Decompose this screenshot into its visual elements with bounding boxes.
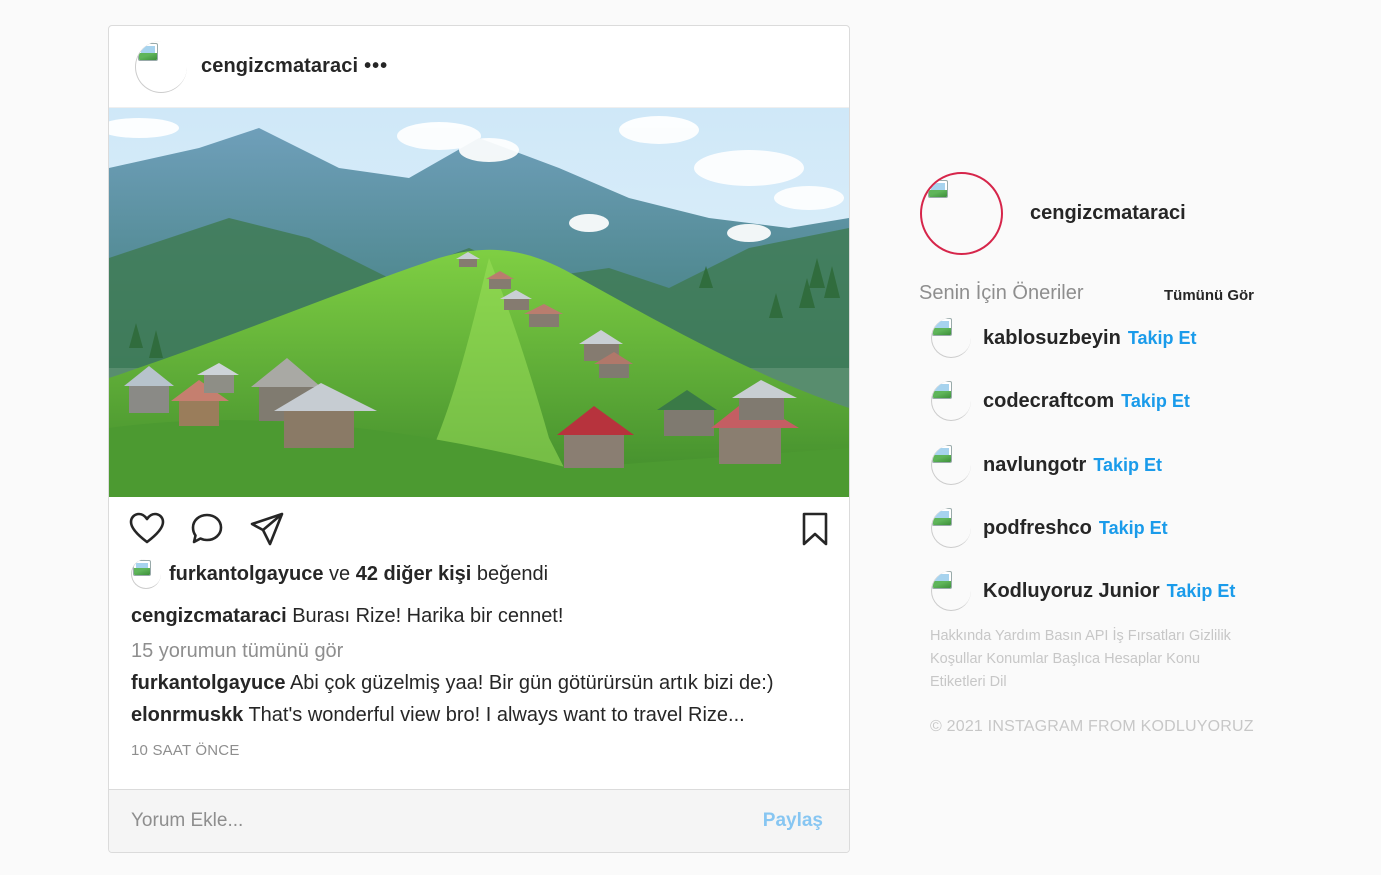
footer-link-jobs[interactable]: İş Fırsatları	[1112, 628, 1185, 644]
post-author-username[interactable]: cengizcmataraci	[201, 55, 358, 78]
broken-image-icon	[932, 318, 952, 336]
suggestions-title: Senin İçin Öneriler	[919, 282, 1084, 304]
heart-icon[interactable]	[129, 511, 165, 547]
current-user-avatar[interactable]	[920, 172, 1003, 255]
post-photo[interactable]	[109, 108, 849, 497]
add-comment-bar: Paylaş	[109, 789, 849, 852]
suggestion-username[interactable]: kablosuzbeyin	[983, 327, 1121, 350]
broken-image-icon	[928, 180, 948, 198]
broken-image-icon	[138, 42, 158, 61]
footer-link-locations[interactable]: Konumlar	[986, 651, 1048, 667]
suggestion-avatar[interactable]	[931, 508, 971, 548]
footer-links: Hakkında Yardım Basın API İş Fırsatları …	[930, 625, 1250, 694]
suggestion-item: codecraftcom Takip Et	[931, 381, 1190, 421]
suggestion-avatar[interactable]	[931, 571, 971, 611]
bookmark-icon[interactable]	[797, 511, 833, 547]
broken-image-icon	[932, 508, 952, 526]
suggestion-username[interactable]: navlungotr	[983, 454, 1086, 477]
comment-username[interactable]: elonrmuskk	[131, 704, 243, 726]
footer-link-about[interactable]: Hakkında	[930, 628, 991, 644]
comment-text: That's wonderful view bro! I always want…	[248, 704, 745, 726]
post-header: cengizcmataraci •••	[109, 26, 849, 108]
follow-button[interactable]: Takip Et	[1128, 328, 1197, 349]
post-card: cengizcmataraci ••• furkantolgayuce ve 4…	[108, 25, 850, 853]
comment-icon[interactable]	[189, 511, 225, 547]
suggestion-item: kablosuzbeyin Takip Et	[931, 318, 1197, 358]
comment-input[interactable]	[131, 810, 691, 832]
suggestion-item: navlungotr Takip Et	[931, 445, 1162, 485]
post-timestamp: 10 SAAT ÖNCE	[131, 742, 240, 759]
current-user-username[interactable]: cengizcmataraci	[1030, 202, 1186, 225]
post-comment-button[interactable]: Paylaş	[763, 810, 823, 832]
suggestion-username[interactable]: codecraftcom	[983, 390, 1114, 413]
copyright-text: © 2021 INSTAGRAM FROM KODLUYORUZ	[930, 718, 1254, 735]
likes-summary: furkantolgayuce ve 42 diğer kişi beğendi	[131, 559, 548, 589]
follow-button[interactable]: Takip Et	[1121, 391, 1190, 412]
footer-link-language[interactable]: Dil	[990, 674, 1007, 690]
suggestion-avatar[interactable]	[931, 381, 971, 421]
post-author-avatar[interactable]	[135, 40, 187, 93]
post-caption: cengizcmataraci Burası Rize! Harika bir …	[131, 605, 563, 628]
comment-username[interactable]: furkantolgayuce	[131, 672, 285, 694]
liker-avatar[interactable]	[131, 559, 161, 589]
suggestion-avatar[interactable]	[931, 445, 971, 485]
footer-link-top-accounts[interactable]: Başlıca Hesaplar	[1053, 651, 1163, 667]
broken-image-icon	[932, 381, 952, 399]
broken-image-icon	[932, 571, 952, 589]
more-options-icon[interactable]: •••	[364, 55, 388, 78]
likes-connector: ve	[329, 562, 351, 585]
comment-item: furkantolgayuce Abi çok güzelmiş yaa! Bi…	[131, 672, 774, 695]
likes-suffix: beğendi	[476, 562, 549, 585]
view-all-comments-link[interactable]: 15 yorumun tümünü gör	[131, 640, 343, 663]
liker-username[interactable]: furkantolgayuce	[169, 563, 323, 586]
suggestion-username[interactable]: Kodluyoruz Junior	[983, 580, 1160, 603]
footer-link-terms[interactable]: Koşullar	[930, 651, 982, 667]
see-all-link[interactable]: Tümünü Gör	[1164, 287, 1254, 304]
comment-text: Abi çok güzelmiş yaa! Bir gün götürürsün…	[289, 672, 774, 694]
suggestion-item: podfreshco Takip Et	[931, 508, 1168, 548]
likes-others[interactable]: 42 diğer kişi	[356, 563, 472, 586]
footer-link-press[interactable]: Basın	[1045, 628, 1082, 644]
follow-button[interactable]: Takip Et	[1167, 581, 1236, 602]
footer-link-help[interactable]: Yardım	[995, 628, 1041, 644]
current-user-profile: cengizcmataraci	[920, 172, 1186, 255]
broken-image-icon	[932, 445, 952, 463]
broken-image-icon	[133, 560, 151, 576]
footer-link-privacy[interactable]: Gizlilik	[1189, 628, 1231, 644]
suggestion-avatar[interactable]	[931, 318, 971, 358]
footer-link-api[interactable]: API	[1085, 628, 1108, 644]
follow-button[interactable]: Takip Et	[1093, 455, 1162, 476]
comment-item: elonrmuskk That's wonderful view bro! I …	[131, 704, 745, 727]
caption-username[interactable]: cengizcmataraci	[131, 605, 287, 627]
post-actions	[129, 511, 831, 547]
suggestion-username[interactable]: podfreshco	[983, 517, 1092, 540]
suggestion-item: Kodluyoruz Junior Takip Et	[931, 571, 1235, 611]
caption-text: Burası Rize! Harika bir cennet!	[292, 605, 564, 627]
share-icon[interactable]	[249, 511, 285, 547]
landscape-photo	[109, 108, 849, 497]
follow-button[interactable]: Takip Et	[1099, 518, 1168, 539]
